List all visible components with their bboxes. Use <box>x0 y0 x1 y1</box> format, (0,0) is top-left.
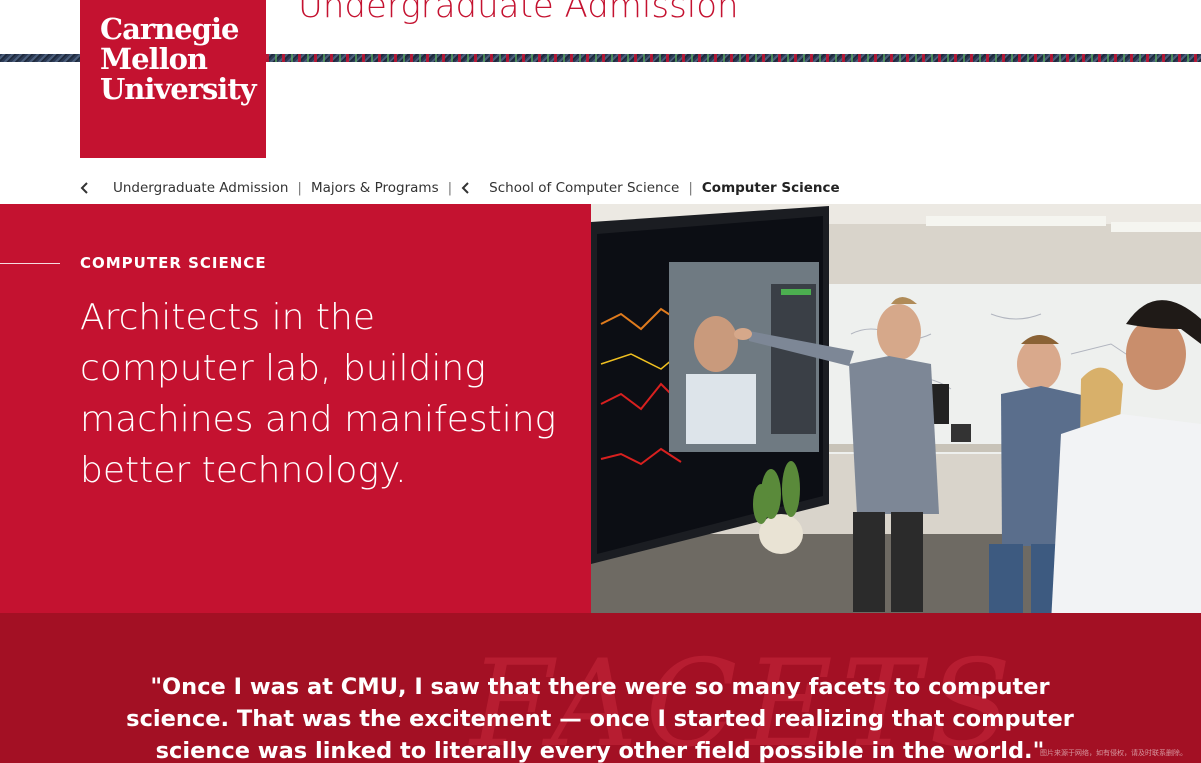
breadcrumb-current-page: Computer Science <box>701 180 840 196</box>
site-title-link[interactable]: Undergraduate Admission <box>298 0 739 26</box>
breadcrumb-separator: | <box>688 180 693 196</box>
hero-rule-line <box>0 263 60 264</box>
breadcrumb-undergraduate-admission[interactable]: Undergraduate Admission <box>113 180 288 196</box>
hero-heading: Architects in the computer lab, building… <box>80 297 557 491</box>
breadcrumb-majors-programs[interactable]: Majors & Programs <box>311 180 439 196</box>
breadcrumb: Undergraduate Admission | Majors & Progr… <box>80 176 840 200</box>
hero-eyebrow: COMPUTER SCIENCE <box>80 254 267 272</box>
breadcrumb-separator: | <box>447 180 453 196</box>
lab-photo-illustration <box>591 204 1201 613</box>
logo-line-3: University <box>100 72 257 106</box>
breadcrumb-school-of-computer-science[interactable]: School of Computer Science <box>489 180 679 196</box>
tartan-stripe <box>266 54 1201 62</box>
chevron-left-icon <box>461 182 481 194</box>
watermark-text: 图片来源于网络，如有侵权，请及时联系删除。 <box>1040 749 1187 757</box>
chevron-left-icon <box>80 182 100 194</box>
quote-band: FACETS "Once I was at CMU, I saw that th… <box>0 613 1201 763</box>
site-header: Carnegie Mellon University Undergraduate… <box>0 0 1201 160</box>
hero-panel: COMPUTER SCIENCE Architects in the compu… <box>0 204 591 613</box>
breadcrumb-separator: | <box>297 180 302 196</box>
logo-line-1: Carnegie <box>100 12 239 46</box>
student-quote: "Once I was at CMU, I saw that there wer… <box>126 674 1074 763</box>
cmu-logo[interactable]: Carnegie Mellon University <box>80 0 266 158</box>
logo-line-2: Mellon <box>100 42 208 76</box>
hero-photo <box>591 204 1201 613</box>
tartan-stripe-left <box>0 54 80 62</box>
